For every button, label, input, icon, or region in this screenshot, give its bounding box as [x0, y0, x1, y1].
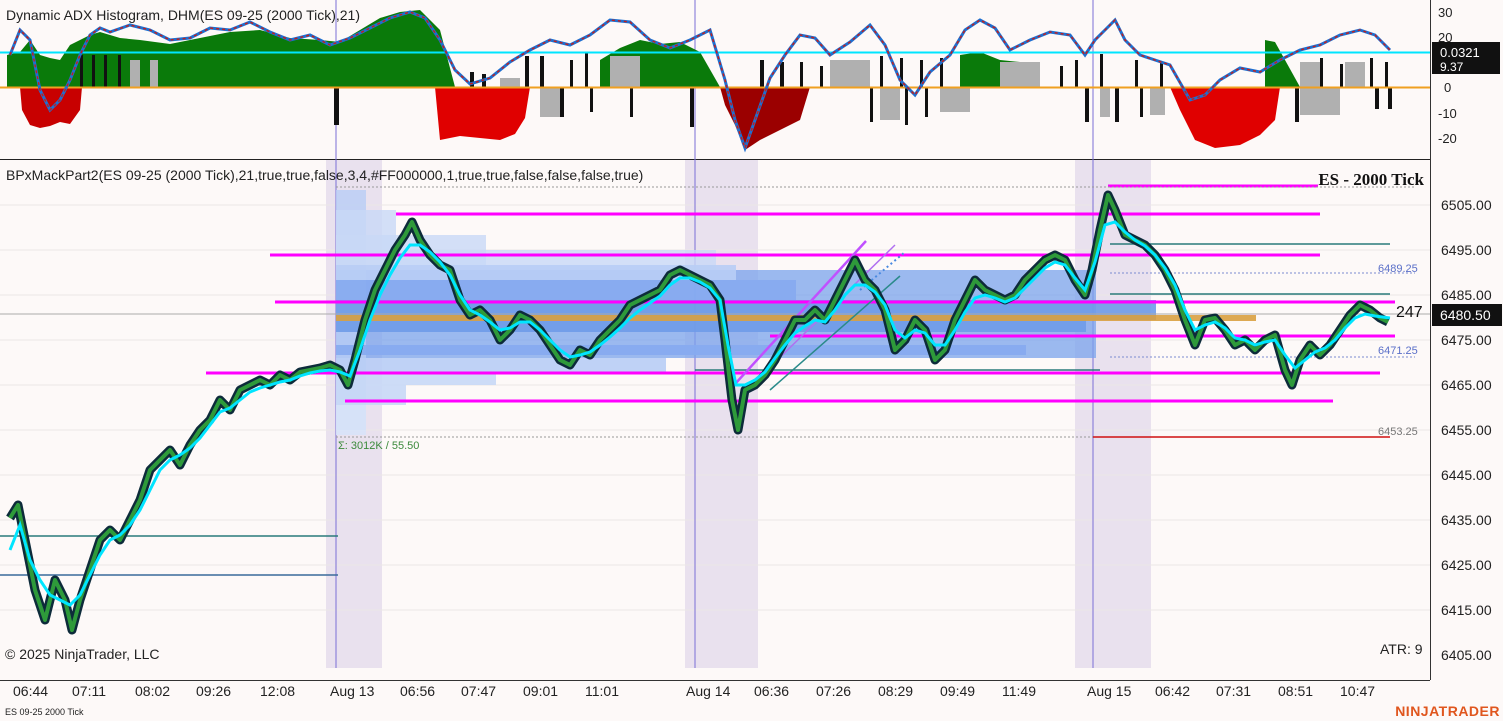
time-tick: 07:31 — [1216, 683, 1251, 699]
time-tick: 09:49 — [940, 683, 975, 699]
adx-value-badge: 0.0321 — [1440, 45, 1480, 60]
time-tick: 07:26 — [816, 683, 851, 699]
time-tick: 09:26 — [196, 683, 231, 699]
price-tick: 6465.00 — [1441, 377, 1492, 393]
time-tick: 12:08 — [260, 683, 295, 699]
time-tick: Aug 14 — [686, 683, 731, 699]
price-tick: 6435.00 — [1441, 512, 1492, 528]
adx-tick: -20 — [1438, 131, 1457, 146]
time-tick: 06:56 — [400, 683, 435, 699]
price-tick: 6485.00 — [1441, 287, 1492, 303]
adx-tick: 30 — [1438, 5, 1452, 20]
price-tick: 6505.00 — [1441, 197, 1492, 213]
time-tick: 06:36 — [754, 683, 789, 699]
adx-sub-value: 9.37 — [1440, 60, 1464, 74]
time-tick: 06:42 — [1155, 683, 1190, 699]
last-price-badge: 6480.50 — [1440, 307, 1491, 323]
copyright: © 2025 NinjaTrader, LLC — [5, 646, 160, 662]
volume-profile-label: Σ: 3012K / 55.50 — [338, 440, 419, 452]
time-tick: 11:01 — [585, 683, 619, 699]
price-tick: 6445.00 — [1441, 467, 1492, 483]
instrument-footer: ES 09-25 2000 Tick — [5, 707, 84, 717]
price-tick: 6425.00 — [1441, 557, 1492, 573]
time-tick: 08:51 — [1278, 683, 1313, 699]
brand-logo: NINJATRADER — [1395, 703, 1500, 719]
time-tick: 10:47 — [1340, 683, 1375, 699]
time-tick: 08:02 — [135, 683, 170, 699]
price-panel-title: BPxMackPart2(ES 09-25 (2000 Tick),21,tru… — [6, 167, 643, 183]
level-label: 6489.25 — [1378, 263, 1418, 275]
price-tick: 6405.00 — [1441, 647, 1492, 663]
time-tick: 07:47 — [461, 683, 496, 699]
adx-tick: -10 — [1438, 106, 1457, 121]
time-tick: 11:49 — [1002, 683, 1036, 699]
level-label: 6471.25 — [1378, 345, 1418, 357]
time-tick: 06:44 — [13, 683, 48, 699]
level-label: 6453.25 — [1378, 426, 1418, 438]
price-tick: 6415.00 — [1441, 602, 1492, 618]
adx-panel-title: Dynamic ADX Histogram, DHM(ES 09-25 (200… — [6, 7, 360, 23]
price-tick: 6455.00 — [1441, 422, 1492, 438]
price-tick: 6495.00 — [1441, 242, 1492, 258]
bar-counter: 247 — [1396, 304, 1423, 321]
atr-label: ATR: 9 — [1380, 641, 1423, 657]
chart-canvas[interactable]: Dynamic ADX Histogram, DHM(ES 09-25 (200… — [0, 0, 1503, 721]
time-tick: 07:11 — [72, 683, 106, 699]
time-tick: Aug 13 — [330, 683, 375, 699]
chart-heading: ES - 2000 Tick — [1318, 170, 1424, 189]
time-tick: 08:29 — [878, 683, 913, 699]
time-axis: 06:44 07:11 08:02 09:26 12:08 Aug 13 06:… — [13, 683, 1375, 699]
time-tick: Aug 15 — [1087, 683, 1132, 699]
time-tick: 09:01 — [523, 683, 558, 699]
adx-tick: 0 — [1444, 80, 1451, 95]
price-tick: 6475.00 — [1441, 332, 1492, 348]
